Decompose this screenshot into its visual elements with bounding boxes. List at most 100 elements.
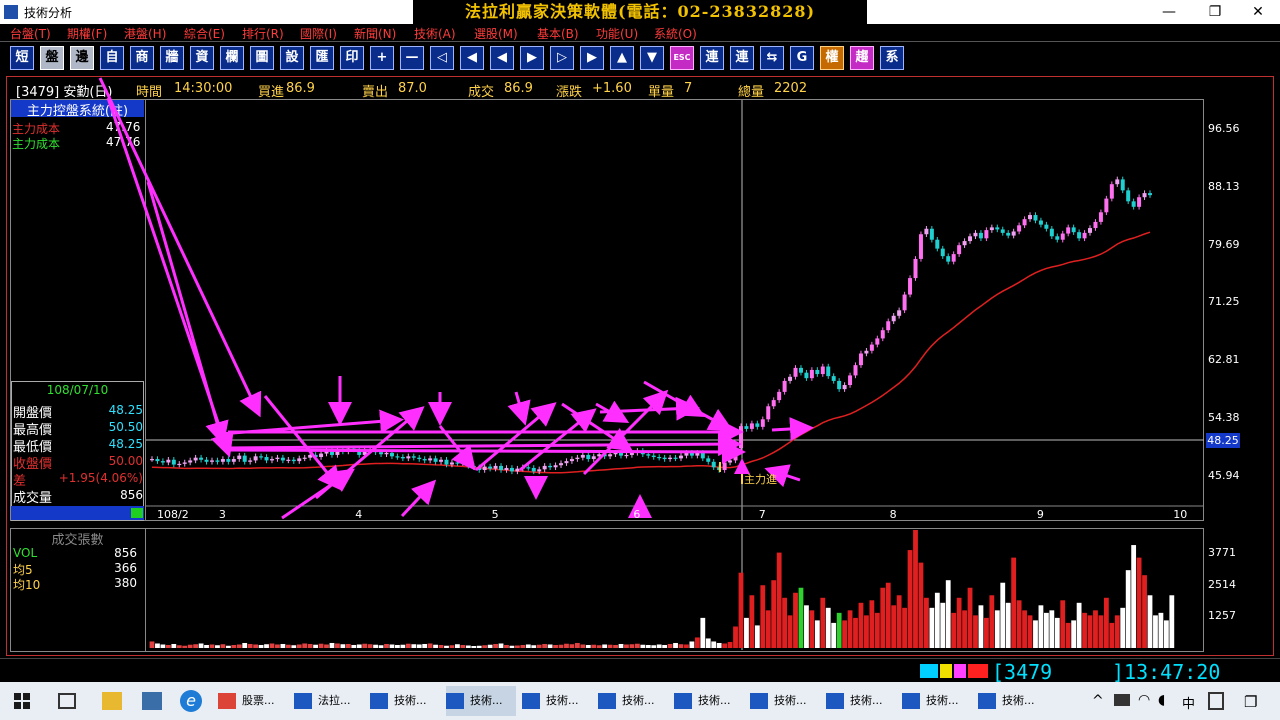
file-explorer-icon[interactable]	[102, 692, 122, 710]
status-code: [3479	[992, 660, 1053, 684]
volume-bar	[204, 644, 209, 648]
tray-chevron-icon[interactable]: ^	[1092, 693, 1104, 709]
volume-bar	[853, 617, 858, 648]
volume-bar	[1049, 610, 1055, 648]
volume-icon[interactable]: ◖	[1158, 692, 1165, 708]
taskbar: e 股票... 法拉... 技術... 技術... 技術... 技術... 技術... 技術.…	[0, 682, 1280, 720]
taskbar-item-7[interactable]: 技術...	[750, 686, 820, 716]
volume-bar	[864, 615, 869, 648]
task-view-icon[interactable]	[58, 693, 76, 709]
battery-icon[interactable]	[1114, 694, 1130, 706]
candle-body	[237, 455, 242, 460]
candle-body	[226, 459, 231, 462]
candle-body	[771, 400, 776, 407]
volume-bar	[384, 643, 389, 648]
volume-bar	[902, 607, 907, 648]
candle-body	[897, 310, 902, 316]
candle-body	[548, 465, 553, 468]
candle-body	[951, 254, 956, 262]
candle-body	[411, 456, 416, 458]
ime-indicator[interactable]: 中	[1182, 693, 1195, 712]
candle-body	[662, 457, 667, 460]
volume-bar	[176, 645, 182, 648]
taskbar-item-4[interactable]: 技術...	[522, 686, 592, 716]
annotation-arrow	[98, 77, 262, 418]
windows-start-icon[interactable]	[14, 693, 30, 709]
taskbar-item-3[interactable]: 技術...	[446, 686, 516, 716]
candle-body	[809, 369, 814, 379]
taskbar-item-10[interactable]: 技術...	[978, 686, 1048, 716]
volume-bar	[1011, 557, 1017, 648]
volume-bar	[476, 645, 482, 648]
candle-body	[569, 459, 574, 462]
volume-bar	[1065, 622, 1071, 648]
candle-body	[651, 455, 656, 457]
candle-body	[1028, 215, 1033, 220]
x-axis-tick-label: 6	[633, 508, 641, 521]
volume-bar	[809, 610, 815, 648]
taskbar-item-9[interactable]: 技術...	[902, 686, 972, 716]
candle-body	[509, 467, 514, 472]
volume-bar	[525, 644, 531, 648]
volume-bar	[1071, 620, 1077, 648]
candle-body	[428, 458, 433, 461]
volume-bar	[618, 643, 624, 648]
volume-bar	[296, 644, 302, 648]
app-shortcut-icon[interactable]	[142, 692, 162, 710]
volume-bar	[1005, 602, 1011, 648]
candle-body	[613, 452, 618, 455]
candle-body	[269, 459, 274, 461]
ime-mode-icon[interactable]	[1208, 692, 1224, 710]
volume-bar	[689, 641, 695, 648]
candle-body	[559, 463, 564, 466]
volume-bar	[831, 622, 837, 648]
volume-bar	[340, 644, 346, 648]
candle-body	[1066, 227, 1071, 234]
taskbar-item-5[interactable]: 技術...	[598, 686, 668, 716]
volume-bar	[793, 592, 798, 648]
volume-bar	[444, 645, 449, 648]
candle-body	[924, 228, 929, 235]
candle-body	[542, 465, 547, 470]
volume-bar	[842, 620, 848, 648]
wifi-icon[interactable]: ◠	[1138, 692, 1150, 708]
candle-body	[837, 380, 842, 390]
candle-body	[182, 462, 187, 464]
volume-bar	[520, 644, 526, 648]
candle-body	[1148, 193, 1152, 196]
candle-body	[902, 294, 907, 311]
volume-bar	[744, 617, 749, 648]
main-force-annotation: 主力進	[744, 473, 777, 486]
volume-bar	[1082, 612, 1087, 648]
candle-body	[798, 367, 803, 373]
candle-body	[379, 452, 384, 455]
candle-body	[749, 423, 754, 429]
x-axis-tick-label: 5	[491, 508, 499, 521]
volume-bar	[547, 644, 553, 648]
volume-bar	[373, 644, 378, 648]
volume-bar	[640, 644, 646, 648]
volume-bar	[787, 615, 793, 648]
candle-body	[280, 457, 285, 461]
volume-bar	[253, 644, 259, 648]
taskbar-item-1[interactable]: 法拉...	[294, 686, 364, 716]
candle-body	[259, 456, 264, 458]
taskbar-item-label: 技術...	[698, 694, 731, 707]
candle-body	[253, 456, 258, 461]
candle-body	[1120, 179, 1125, 191]
candle-body	[853, 365, 858, 376]
volume-bar	[1169, 595, 1175, 648]
taskbar-item-2[interactable]: 技術...	[370, 686, 440, 716]
taskbar-item-0[interactable]: 股票...	[218, 686, 288, 716]
notification-icon[interactable]: ❐	[1244, 693, 1257, 711]
candle-body	[1098, 212, 1103, 222]
candle-body	[1022, 219, 1027, 226]
volume-bar	[733, 626, 738, 648]
volume-bar	[220, 644, 226, 648]
status-clock: ]13:47:20	[1112, 660, 1221, 684]
candle-body	[499, 465, 504, 471]
taskbar-item-8[interactable]: 技術...	[826, 686, 896, 716]
edge-icon[interactable]: e	[180, 690, 202, 712]
volume-bar	[776, 552, 782, 648]
taskbar-item-6[interactable]: 技術...	[674, 686, 744, 716]
